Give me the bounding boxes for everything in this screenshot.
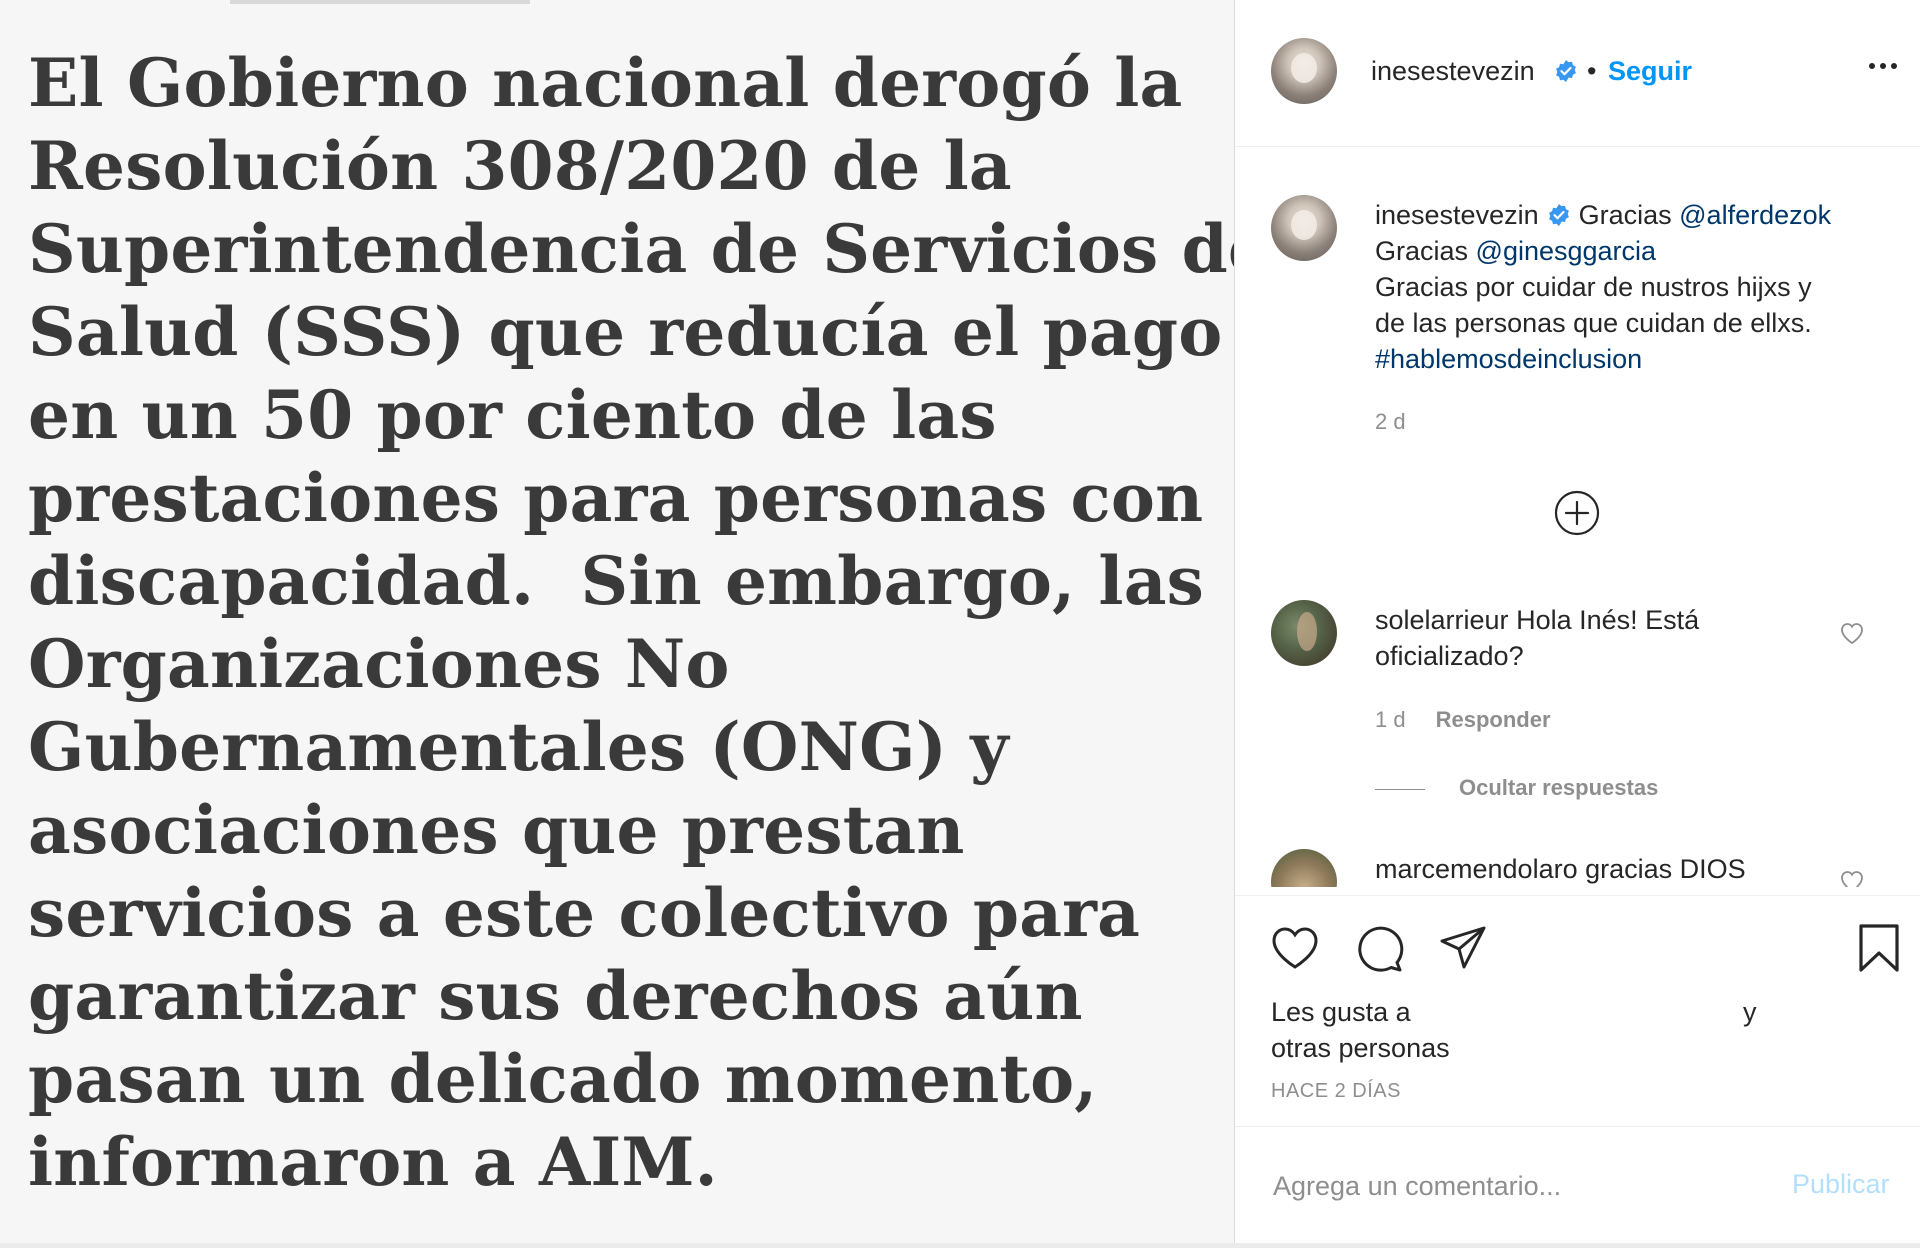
mention-link[interactable]: @alferdezok — [1679, 200, 1831, 230]
likes-summary: Les gusta a y otras personas — [1271, 994, 1891, 1066]
verified-icon — [1548, 204, 1569, 226]
post-text-line: El Gobierno nacional derogó la — [28, 44, 1183, 122]
bookmark-icon[interactable] — [1853, 922, 1905, 974]
comment-text: Hola Inés! Está — [1516, 605, 1700, 635]
heart-icon[interactable] — [1269, 922, 1321, 974]
hashtag-link[interactable]: #hablemosdeinclusion — [1375, 341, 1895, 377]
post-text-line: pasan un delicado momento, — [28, 1040, 1098, 1118]
comment: marcemendolaro gracias DIOS — [1375, 851, 1845, 887]
commenter-username[interactable]: solelarrieur — [1375, 605, 1509, 635]
add-circle-icon[interactable] — [1553, 489, 1601, 537]
post-text-line: garantizar sus derechos aún — [28, 957, 1083, 1035]
commenter-avatar[interactable] — [1271, 600, 1337, 666]
comment-time[interactable]: 1 d — [1375, 707, 1406, 732]
publish-button[interactable]: Publicar — [1792, 1169, 1890, 1200]
likes-others-link[interactable]: otras personas — [1271, 1030, 1891, 1066]
caption-text: de las personas que cuidan de ellxs. — [1375, 308, 1812, 338]
commenter-username[interactable]: marcemendolaro — [1375, 854, 1578, 884]
caption-text: Gracias — [1375, 236, 1476, 266]
caption-text: Gracias por cuidar de nustros hijxs y — [1375, 272, 1812, 302]
post-sidebar: inesestevezin • Seguir inesestevezin Grac… — [1235, 0, 1920, 1243]
post-text-line: servicios a este colectivo para — [28, 874, 1141, 952]
comments-list[interactable]: inesestevezin Gracias @alferdezok Gracias… — [1235, 147, 1920, 887]
caption-username[interactable]: inesestevezin — [1375, 200, 1539, 230]
instagram-post-view: El Gobierno nacional derogó la Resolució… — [0, 0, 1920, 1248]
post-text-line: asociaciones que prestan — [28, 791, 965, 869]
post-text-line: Resolución 308/2020 de la — [28, 127, 1012, 205]
post-text-line: prestaciones para personas con — [28, 459, 1204, 537]
caption-text: Gracias — [1578, 200, 1680, 230]
heart-icon[interactable] — [1839, 621, 1865, 645]
post-image[interactable]: El Gobierno nacional derogó la Resolució… — [0, 0, 1235, 1243]
comment: solelarrieur Hola Inés! Está oficializad… — [1375, 602, 1845, 674]
comment-text: oficializado? — [1375, 641, 1524, 671]
reply-button[interactable]: Responder — [1436, 707, 1551, 732]
post-actions: Les gusta a y otras personas HACE 2 DÍAS — [1235, 895, 1920, 1126]
add-comment-bar: Publicar — [1235, 1126, 1920, 1243]
caption-avatar[interactable] — [1271, 195, 1337, 261]
post-text-line: Gubernamentales (ONG) y — [28, 708, 1009, 786]
caption-time[interactable]: 2 d — [1375, 409, 1406, 435]
post-text-line: discapacidad. Sin embargo, las — [28, 542, 1205, 620]
replies-divider — [1375, 788, 1425, 790]
header-separator: • — [1587, 56, 1597, 86]
bottom-divider — [0, 1243, 1920, 1248]
author-avatar[interactable] — [1271, 38, 1337, 104]
comment-input[interactable] — [1271, 1163, 1775, 1209]
more-icon[interactable] — [1865, 56, 1901, 76]
image-top-strip — [230, 0, 530, 4]
verified-icon — [1556, 60, 1576, 82]
post-text-line: informaron a AIM. — [28, 1123, 718, 1201]
heart-icon[interactable] — [1839, 869, 1865, 887]
post-text-line: Superintendencia de Servicios de — [28, 210, 1235, 288]
author-username[interactable]: inesestevezin — [1371, 56, 1535, 87]
mention-link[interactable]: @ginesggarcia — [1476, 236, 1657, 266]
commenter-avatar[interactable] — [1271, 849, 1337, 887]
caption: inesestevezin Gracias @alferdezok Gracias… — [1375, 197, 1895, 377]
post-image-text: El Gobierno nacional derogó la Resolució… — [28, 42, 1235, 1204]
likes-and: y — [1743, 997, 1757, 1027]
likes-prefix: Les gusta a — [1271, 997, 1411, 1027]
comment-text: gracias DIOS — [1585, 854, 1746, 884]
post-text-line: Organizaciones No — [28, 625, 730, 703]
hide-replies-label: Ocultar respuestas — [1459, 775, 1659, 800]
share-icon[interactable] — [1437, 922, 1489, 974]
comment-meta: 1 d Responder — [1375, 707, 1551, 733]
comment-icon[interactable] — [1353, 922, 1405, 974]
hide-replies-button[interactable]: Ocultar respuestas — [1375, 775, 1658, 801]
post-text-line: Salud (SSS) que reducía el pago — [28, 293, 1223, 371]
follow-button[interactable]: Seguir — [1608, 56, 1692, 87]
post-text-line: en un 50 por ciento de las — [28, 376, 997, 454]
post-time-ago[interactable]: HACE 2 DÍAS — [1271, 1080, 1401, 1103]
post-header: inesestevezin • Seguir — [1235, 0, 1920, 147]
